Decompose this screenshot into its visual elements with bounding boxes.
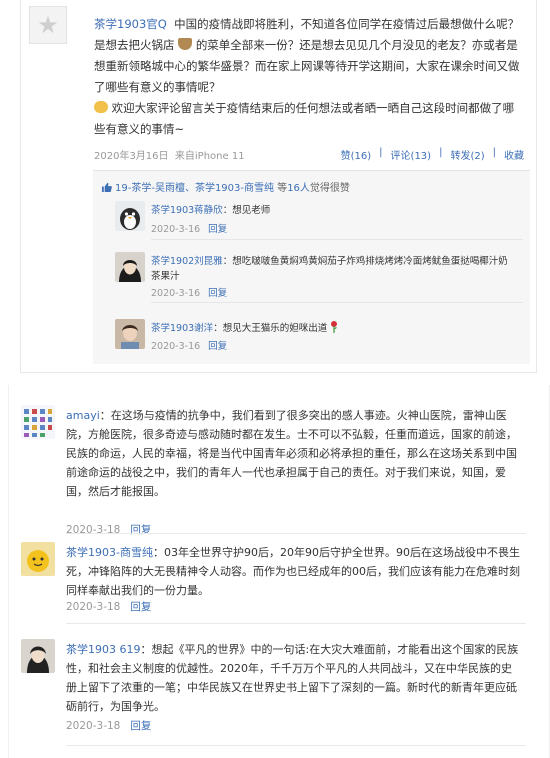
post-author-link[interactable]: 茶学1903官Q [94,17,167,31]
post-meta: 2020年3月16日 来自iPhone 11 赞(16) | 评论(13) | … [94,146,524,162]
likes-line: 19-茶学-吴雨檀、茶学1903-商雪纯 等16人觉得很赞 [101,179,350,194]
post-body: 茶学1903官Q 中国的疫情战即将胜利，不知道各位同学在疫情过后最想做什么呢？是… [94,14,524,140]
divider [151,239,523,240]
post-date: 2020年3月16日 [94,150,169,162]
comment-text: ：在这场与疫情的抗争中，我们看到了很多突出的感人事迹。火神山医院，雷神山医院，方… [66,409,517,498]
comment-date: 2020-3-18 [66,720,121,732]
reply-link[interactable]: 回复 [130,601,151,613]
rose-icon [331,321,338,333]
collect-button[interactable]: 收藏 [504,147,524,162]
reply-link[interactable]: 回复 [208,224,227,235]
sub-comments-box: 19-茶学-吴雨檀、茶学1903-商雪纯 等16人觉得很赞 茶学1903蒋静欣：… [93,170,530,364]
star-icon: ★ [37,11,59,39]
comment-button[interactable]: 评论(13) [391,147,432,162]
divider [66,745,526,746]
user-avatar[interactable] [21,405,55,439]
author-avatar[interactable]: ★ [29,6,67,44]
hotpot-emoji-icon [178,38,193,50]
post-source: 来自iPhone 11 [174,150,245,162]
likes-names[interactable]: 19-茶学-吴雨檀、茶学1903-商雪纯 [115,183,274,194]
reply-link[interactable]: 回复 [208,288,227,299]
comment-date: 2020-3-18 [66,601,121,613]
reply-link[interactable]: 回复 [130,524,151,536]
divider [151,302,523,303]
divider [66,623,526,624]
user-avatar[interactable] [21,639,55,673]
repost-button[interactable]: 转发(2) [450,147,484,162]
comment-list: amayi：在这场与疫情的抗争中，我们看到了很多突出的感人事迹。火神山医院，雷神… [8,385,550,758]
post-text-part3: 欢迎大家评论留言关于疫情结束后的任何想法或者晒一晒自己这段时间都做了哪些有意义的… [94,101,515,136]
sub-comment-author[interactable]: 茶学1902刘昆雅 [151,256,223,267]
post-actions: 赞(16) | 评论(13) | 转发(2) | 收藏 [340,146,524,162]
like-button[interactable]: 赞(16) [341,147,372,162]
thumbs-up-icon [101,182,112,192]
reply-link[interactable]: 回复 [130,720,151,732]
divider [66,533,526,534]
comment-date: 2020-3-18 [66,524,121,536]
reply-link[interactable]: 回复 [208,341,227,352]
likes-count[interactable]: 16人 [287,183,310,194]
comment-author[interactable]: amayi [66,409,100,422]
sub-comment-author[interactable]: 茶学1903谢洋 [151,323,213,334]
user-avatar[interactable] [115,252,145,282]
user-avatar[interactable] [115,201,145,231]
post-card: ★ 茶学1903官Q 中国的疫情战即将胜利，不知道各位同学在疫情过后最想做什么呢… [20,0,537,373]
user-avatar[interactable] [115,319,145,349]
comment-author[interactable]: 茶学1903-商雪纯 [66,546,153,559]
clap-emoji-icon [94,101,108,113]
user-avatar[interactable] [21,542,55,576]
sub-comment-author[interactable]: 茶学1903蒋静欣 [151,205,223,216]
comment-author[interactable]: 茶学1903 619 [66,643,141,656]
